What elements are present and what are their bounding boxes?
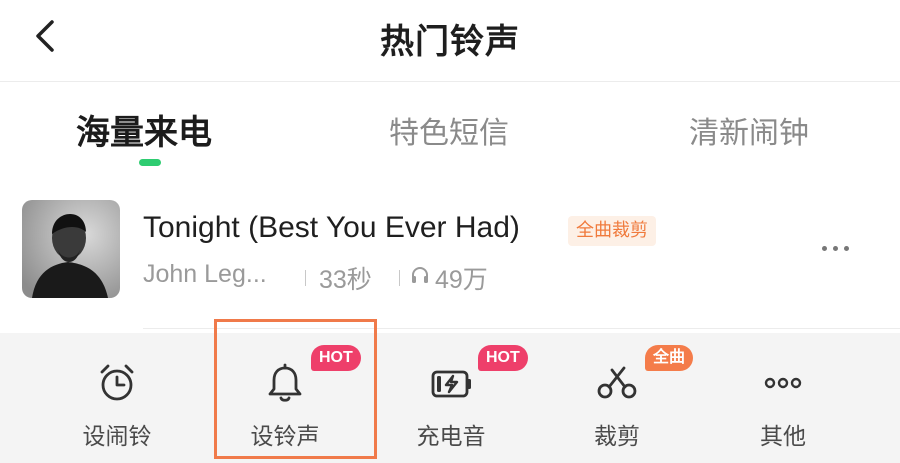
charging-sound-label: 充电音 (416, 424, 486, 450)
set-alarm-label: 设闹铃 (82, 424, 152, 450)
more-options-button[interactable] (822, 236, 872, 256)
full-cut-tag: 全曲裁剪 (568, 216, 656, 246)
play-count: 49万 (435, 266, 488, 294)
song-duration: 33秒 (319, 266, 372, 294)
active-tab-indicator (139, 159, 161, 166)
tab-incoming-calls[interactable]: 海量来电 (76, 105, 212, 154)
page-title: 热门铃声 (380, 22, 520, 62)
artist-name: John Leg... (143, 260, 267, 288)
song-row[interactable]: Tonight (Best You Ever Had) 全曲裁剪 John Le… (0, 196, 900, 326)
action-bar: 设闹铃 HOT 设铃声 HOT 充电音 全曲 裁剪 其他 (0, 333, 900, 463)
cut-button[interactable]: 全曲 裁剪 (532, 333, 702, 463)
set-ringtone-label: 设铃声 (250, 424, 320, 450)
other-button[interactable]: 其他 (698, 333, 868, 463)
scissors-icon (597, 366, 637, 399)
headphones-icon (412, 267, 428, 283)
song-title: Tonight (Best You Ever Had) (143, 211, 520, 244)
meta-divider (305, 270, 306, 286)
category-tabs: 海量来电 特色短信 清新闹钟 (0, 100, 900, 170)
bell-icon (268, 363, 302, 402)
set-alarm-button[interactable]: 设闹铃 (32, 333, 202, 463)
meta-divider (399, 270, 400, 286)
album-cover (22, 200, 120, 298)
set-ringtone-button[interactable]: HOT 设铃声 (200, 333, 370, 463)
tab-sms[interactable]: 特色短信 (389, 108, 509, 152)
more-dots-icon (822, 246, 827, 251)
battery-charge-icon (431, 370, 471, 398)
nav-bar: 热门铃声 (0, 0, 900, 82)
hot-badge: HOT (478, 345, 528, 371)
other-label: 其他 (760, 424, 806, 450)
full-song-badge: 全曲 (645, 345, 694, 371)
more-circles-icon (764, 377, 802, 389)
alarm-clock-icon (100, 364, 134, 401)
charging-sound-button[interactable]: HOT 充电音 (366, 333, 536, 463)
tab-alarm[interactable]: 清新闹钟 (689, 108, 809, 152)
hot-badge: HOT (311, 345, 361, 371)
cut-label: 裁剪 (594, 424, 640, 450)
divider (143, 328, 900, 329)
